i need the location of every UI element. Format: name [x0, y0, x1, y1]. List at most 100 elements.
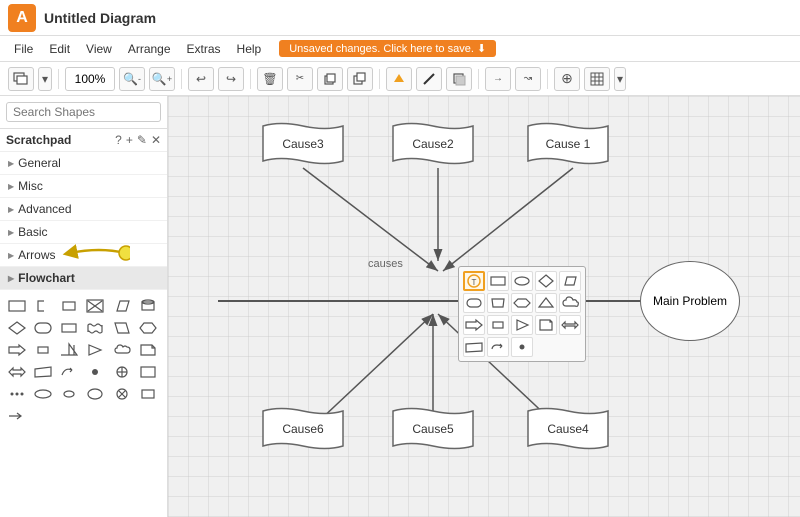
- scratchpad-bar[interactable]: Scratchpad ? + ✎ ✕: [0, 129, 167, 152]
- shape-hexagon[interactable]: [137, 318, 159, 338]
- search-box[interactable]: 🔍: [6, 102, 161, 122]
- paste-button[interactable]: [347, 67, 373, 91]
- line-color-button[interactable]: [416, 67, 442, 91]
- shape-arrow-right2[interactable]: [6, 406, 28, 426]
- undo-button[interactable]: ↩: [188, 67, 214, 91]
- menu-arrange[interactable]: Arrange: [122, 40, 177, 58]
- shape-tape[interactable]: [84, 318, 106, 338]
- waypoints-button[interactable]: ↝: [515, 67, 541, 91]
- shape-small-rect2[interactable]: [32, 340, 54, 360]
- shape-parallelogram2[interactable]: [111, 318, 133, 338]
- popup-rounded[interactable]: [463, 293, 485, 313]
- sidebar-item-arrows[interactable]: Arrows: [0, 244, 167, 267]
- popup-parallelogram[interactable]: [559, 271, 581, 291]
- scratchpad-edit[interactable]: ✎: [137, 133, 147, 147]
- zoom-in-button[interactable]: 🔍+: [149, 67, 175, 91]
- cause3-shape[interactable]: Cause3: [258, 121, 348, 174]
- shape-ellipsis[interactable]: [6, 384, 28, 404]
- shape-parallelogram[interactable]: [111, 296, 133, 316]
- popup-ellipse[interactable]: [511, 271, 533, 291]
- shape-diamond[interactable]: [6, 318, 28, 338]
- cause5-shape[interactable]: Cause5: [388, 406, 478, 459]
- cause6-shape[interactable]: Cause6: [258, 406, 348, 459]
- shape-curved-arrow[interactable]: [58, 362, 80, 382]
- unsaved-save-button[interactable]: Unsaved changes. Click here to save. ⬇: [279, 40, 496, 57]
- sidebar-item-misc[interactable]: Misc: [0, 175, 167, 198]
- scratchpad-add[interactable]: +: [126, 133, 133, 147]
- main-problem-shape[interactable]: Main Problem: [640, 261, 740, 341]
- connection-style-button[interactable]: →: [485, 67, 511, 91]
- popup-cloud[interactable]: [559, 293, 581, 313]
- shape-cross[interactable]: [84, 296, 106, 316]
- shape-arrow-right[interactable]: [6, 340, 28, 360]
- shape-circle-cross[interactable]: [111, 362, 133, 382]
- scratchpad-close[interactable]: ✕: [151, 133, 161, 147]
- popup-play-btn[interactable]: [511, 315, 533, 335]
- pages-dropdown[interactable]: ▾: [38, 67, 52, 91]
- popup-text[interactable]: T: [463, 271, 485, 291]
- shape-rect3[interactable]: [137, 362, 159, 382]
- sidebar-item-basic[interactable]: Basic: [0, 221, 167, 244]
- menu-edit[interactable]: Edit: [43, 40, 76, 58]
- cut-button[interactable]: ✂: [287, 67, 313, 91]
- shape-manual[interactable]: [32, 362, 54, 382]
- menu-view[interactable]: View: [80, 40, 118, 58]
- search-input[interactable]: [13, 105, 168, 119]
- popup-note[interactable]: [535, 315, 557, 335]
- table-button[interactable]: [584, 67, 610, 91]
- shape-circle-x[interactable]: [111, 384, 133, 404]
- shape-small-rect[interactable]: [58, 296, 80, 316]
- menu-help[interactable]: Help: [231, 40, 268, 58]
- sidebar-resize-handle[interactable]: [168, 96, 172, 517]
- shape-play[interactable]: [84, 340, 106, 360]
- popup-diamond[interactable]: [535, 271, 557, 291]
- popup-manual2[interactable]: [463, 337, 485, 357]
- svg-text:Cause2: Cause2: [412, 137, 454, 151]
- popup-arrow-r[interactable]: [463, 315, 485, 335]
- zoom-out-button[interactable]: 🔍-: [119, 67, 145, 91]
- shape-dot[interactable]: [84, 362, 106, 382]
- shape-triangle[interactable]: [58, 340, 80, 360]
- popup-rect[interactable]: [487, 271, 509, 291]
- shape-rect2[interactable]: [58, 318, 80, 338]
- shape-ellipse2[interactable]: [84, 384, 106, 404]
- pages-button[interactable]: [8, 67, 34, 91]
- shape-rounded[interactable]: [32, 318, 54, 338]
- main-area: 🔍 Scratchpad ? + ✎ ✕ General Misc Advanc…: [0, 96, 800, 517]
- popup-curved-arrow2[interactable]: [487, 337, 509, 357]
- shape-oval[interactable]: [32, 384, 54, 404]
- sidebar-item-flowchart[interactable]: Flowchart: [0, 267, 167, 290]
- popup-bidir-arrow[interactable]: [559, 315, 581, 335]
- popup-dot[interactable]: [511, 337, 533, 357]
- shape-bidirectional[interactable]: [6, 362, 28, 382]
- shape-cylinder[interactable]: [137, 296, 159, 316]
- shape-rect4[interactable]: [137, 384, 159, 404]
- insert-button[interactable]: ⊕: [554, 67, 580, 91]
- scratchpad-help[interactable]: ?: [115, 133, 122, 147]
- shape-small-oval[interactable]: [58, 384, 80, 404]
- menu-extras[interactable]: Extras: [181, 40, 227, 58]
- shadow-button[interactable]: [446, 67, 472, 91]
- cause1-shape[interactable]: Cause 1: [523, 121, 613, 174]
- shape-popup[interactable]: T: [458, 266, 586, 362]
- delete-button[interactable]: 🗑: [257, 67, 283, 91]
- cause4-shape[interactable]: Cause4: [523, 406, 613, 459]
- popup-trapezoid[interactable]: [487, 293, 509, 313]
- popup-triangle2[interactable]: [535, 293, 557, 313]
- shape-cloud[interactable]: [111, 340, 133, 360]
- menu-file[interactable]: File: [8, 40, 39, 58]
- shape-note[interactable]: [137, 340, 159, 360]
- cause2-shape[interactable]: Cause2: [388, 121, 478, 174]
- copy-button[interactable]: [317, 67, 343, 91]
- table-dropdown[interactable]: ▾: [614, 67, 626, 91]
- redo-button[interactable]: ↪: [218, 67, 244, 91]
- popup-hexagon[interactable]: [511, 293, 533, 313]
- fill-button[interactable]: [386, 67, 412, 91]
- svg-text:Cause4: Cause4: [547, 422, 589, 436]
- shape-process[interactable]: [6, 296, 28, 316]
- popup-small-rect[interactable]: [487, 315, 509, 335]
- sidebar-item-general[interactable]: General: [0, 152, 167, 175]
- shape-bracket-left[interactable]: [32, 296, 54, 316]
- sidebar-item-advanced[interactable]: Advanced: [0, 198, 167, 221]
- canvas[interactable]: causes T: [168, 96, 800, 517]
